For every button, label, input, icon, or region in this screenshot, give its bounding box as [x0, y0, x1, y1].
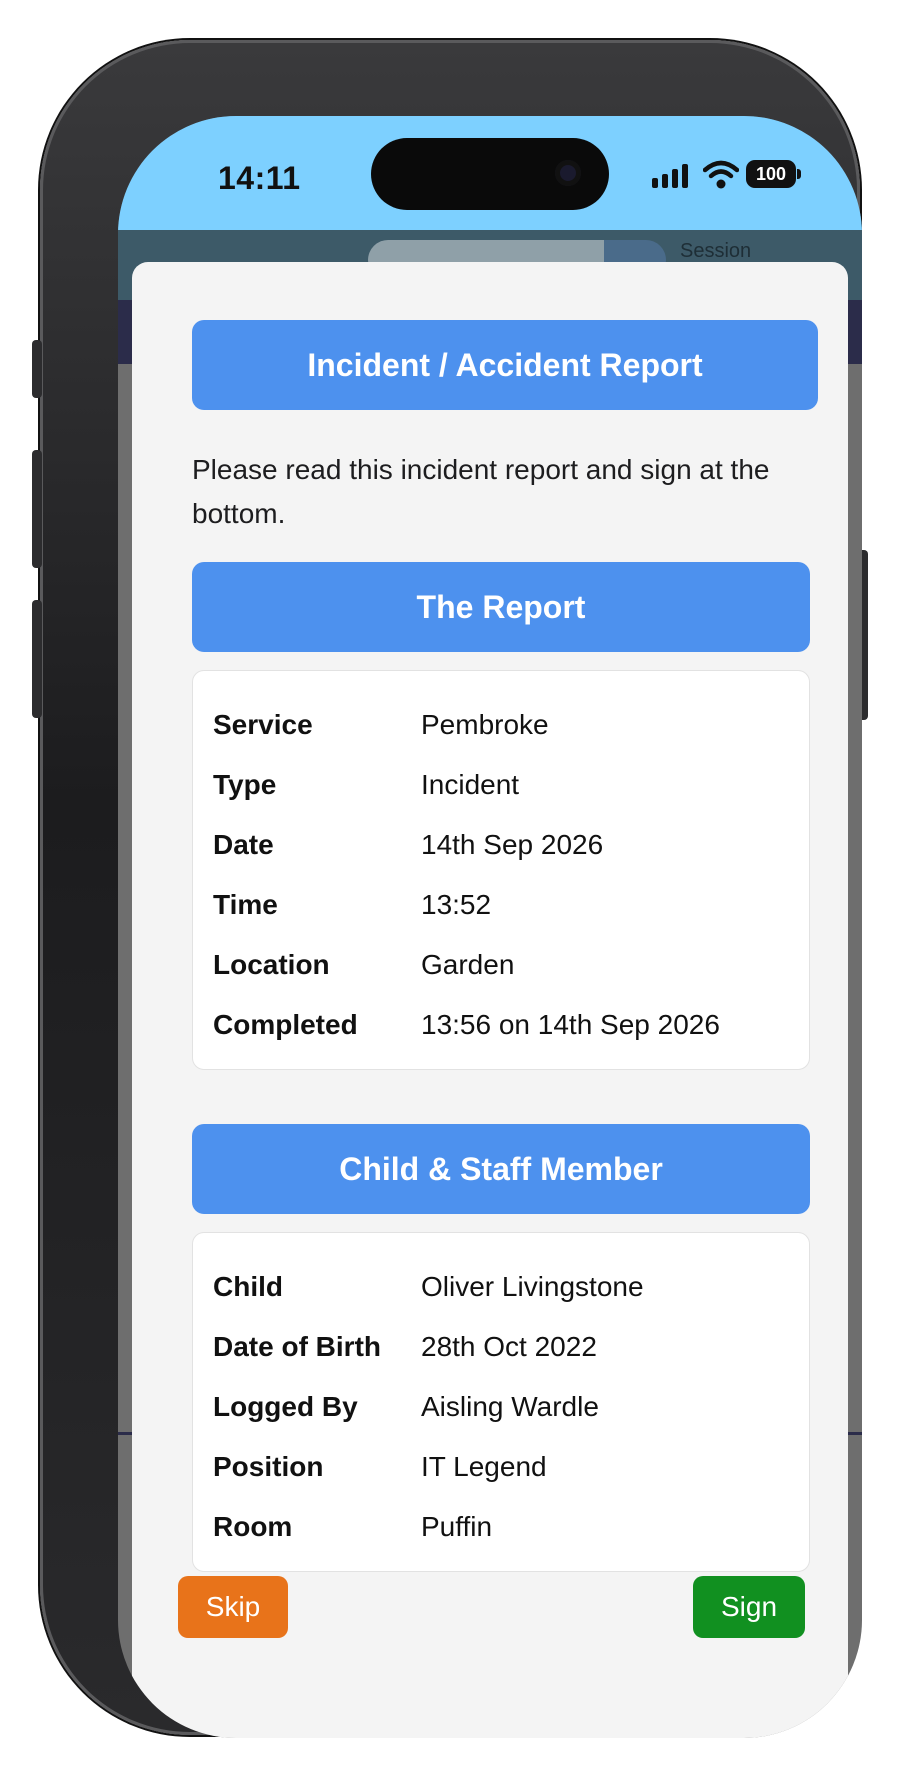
row-label: Time — [213, 889, 278, 920]
background-session-label: Session — [680, 240, 752, 262]
row-value: Aisling Wardle — [421, 1391, 599, 1422]
report-row-type: Type Incident — [213, 755, 789, 815]
row-label: Logged By — [213, 1391, 358, 1422]
phone-frame: 14:11 100 Session Incident / Accident Re… — [32, 40, 868, 1738]
row-label: Position — [213, 1451, 324, 1482]
modal-title: Incident / Accident Report — [192, 320, 818, 410]
report-row-completed: Completed 13:56 on 14th Sep 2026 — [213, 995, 789, 1055]
row-value: 14th Sep 2026 — [421, 829, 604, 860]
report-row-location: Location Garden — [213, 935, 789, 995]
row-label: Location — [213, 949, 330, 980]
people-heading: Child & Staff Member — [192, 1124, 810, 1214]
battery-icon: 100 — [746, 160, 796, 188]
people-row-position: Position IT Legend — [213, 1437, 789, 1497]
report-heading: The Report — [192, 562, 810, 652]
row-value: 28th Oct 2022 — [421, 1331, 597, 1362]
row-value: IT Legend — [421, 1451, 547, 1482]
skip-button[interactable]: Skip — [178, 1576, 288, 1638]
people-row-room: Room Puffin — [213, 1497, 789, 1557]
sign-button[interactable]: Sign — [693, 1576, 805, 1638]
wifi-icon — [703, 160, 739, 189]
modal-intro: Please read this incident report and sig… — [192, 454, 770, 529]
row-label: Completed — [213, 1009, 358, 1040]
row-label: Date of Birth — [213, 1331, 381, 1362]
row-value: 13:52 — [421, 889, 492, 920]
row-value: Puffin — [421, 1511, 493, 1542]
action-button — [32, 340, 42, 398]
status-bar: 14:11 100 — [118, 116, 862, 230]
volume-up-button — [32, 450, 42, 568]
people-row-child: Child Oliver Livingstone — [213, 1257, 789, 1317]
battery-level: 100 — [755, 163, 787, 184]
incident-report-modal: Incident / Accident Report Please read t… — [132, 262, 848, 1738]
row-label: Type — [213, 769, 277, 800]
people-row-dob: Date of Birth 28th Oct 2022 — [213, 1317, 789, 1377]
report-card: Service Pembroke Type Incident Date 14th… — [192, 670, 810, 1070]
row-value: Garden — [421, 949, 515, 980]
report-row-time: Time 13:52 — [213, 875, 789, 935]
screen: 14:11 100 Session Incident / Accident Re… — [118, 116, 862, 1738]
camera-icon — [555, 160, 581, 186]
volume-down-button — [32, 600, 42, 718]
status-time: 14:11 — [218, 160, 301, 196]
row-value: Oliver Livingstone — [421, 1271, 644, 1302]
row-label: Child — [213, 1271, 283, 1302]
dynamic-island — [371, 138, 609, 210]
report-row-service: Service Pembroke — [213, 695, 789, 755]
row-value: 13:56 on 14th Sep 2026 — [421, 1009, 720, 1040]
row-label: Room — [213, 1511, 293, 1542]
report-row-date: Date 14th Sep 2026 — [213, 815, 789, 875]
row-label: Service — [213, 709, 313, 740]
row-value: Pembroke — [421, 709, 549, 740]
battery-tip — [797, 169, 801, 179]
signal-icon — [652, 164, 692, 188]
row-label: Date — [213, 829, 274, 860]
row-value: Incident — [421, 769, 520, 800]
people-card: Child Oliver Livingstone Date of Birth 2… — [192, 1232, 810, 1572]
people-row-logged-by: Logged By Aisling Wardle — [213, 1377, 789, 1437]
